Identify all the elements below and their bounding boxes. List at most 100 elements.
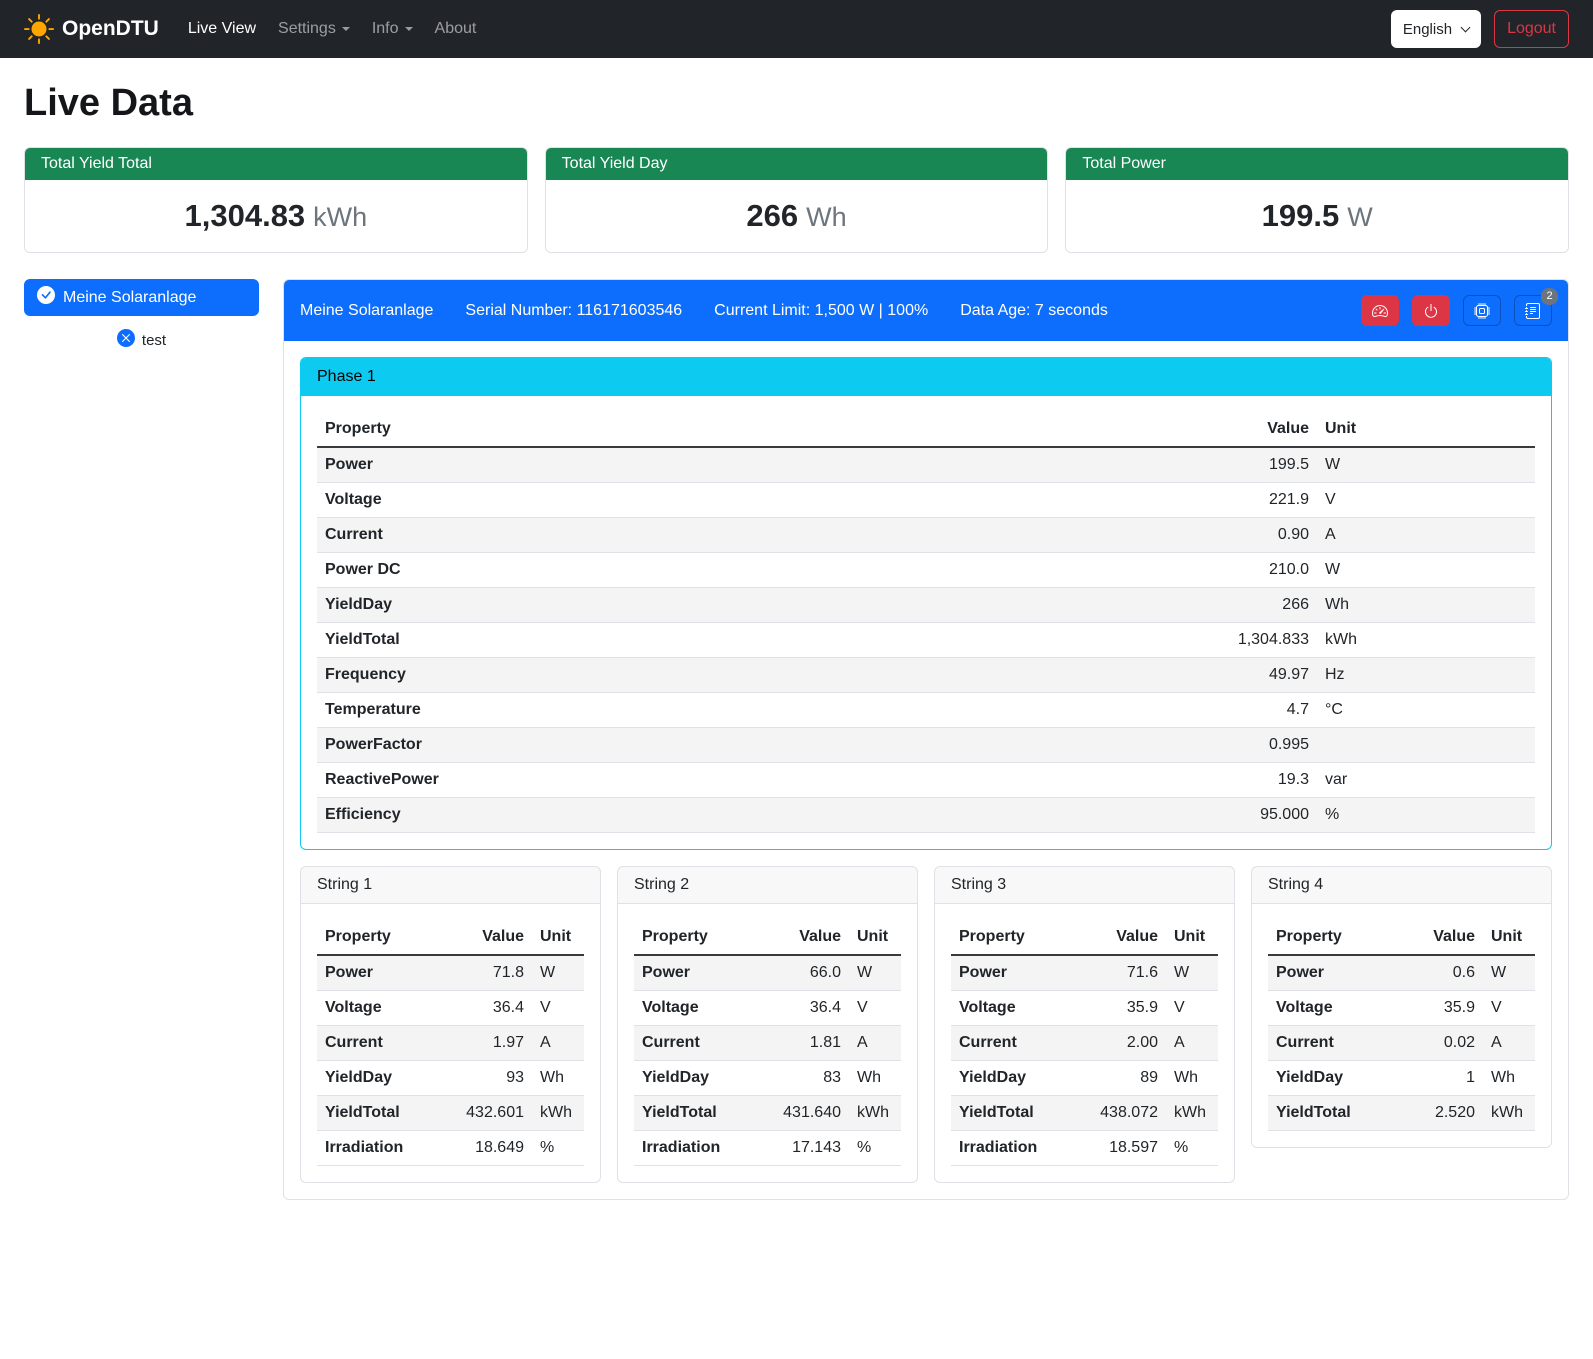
row-property: Voltage [951, 991, 1082, 1026]
row-value: 0.995 [915, 728, 1317, 763]
navbar: OpenDTU Live View Settings Info About En… [0, 0, 1593, 58]
row-property: YieldTotal [317, 1096, 448, 1131]
string-body: Property Value Unit Power [1252, 904, 1551, 1147]
column-unit: Unit [1483, 920, 1535, 955]
row-unit: °C [1317, 693, 1535, 728]
row-value: 95.000 [915, 798, 1317, 833]
row-value: 89 [1082, 1061, 1166, 1096]
row-value: 0.6 [1399, 955, 1483, 991]
string-body: Property Value Unit Power [301, 904, 600, 1182]
row-property: Current [951, 1026, 1082, 1061]
row-unit: A [849, 1026, 901, 1061]
sun-icon [24, 14, 54, 44]
nav-item-info[interactable]: Info [361, 12, 424, 46]
event-log-button[interactable]: 2 [1514, 295, 1552, 326]
row-unit: Hz [1317, 658, 1535, 693]
language-value: English [1403, 21, 1452, 38]
row-unit: Wh [1166, 1061, 1218, 1096]
row-property: YieldTotal [1268, 1096, 1399, 1131]
device-info-button[interactable] [1463, 295, 1501, 326]
row-value: 71.6 [1082, 955, 1166, 991]
nav-item-about[interactable]: About [424, 12, 488, 46]
row-property: Power DC [317, 553, 915, 588]
event-count-badge: 2 [1541, 288, 1558, 305]
inverter-body: Phase 1 Property Value Unit [284, 341, 1568, 1199]
card-value-row: 1,304.83kWh [25, 180, 527, 252]
row-value: 221.9 [915, 483, 1317, 518]
row-value: 266 [915, 588, 1317, 623]
card-total-yield-day: Total Yield Day 266Wh [545, 147, 1049, 253]
row-property: Efficiency [317, 798, 915, 833]
row-property: PowerFactor [317, 728, 915, 763]
string-body: Property Value Unit Power [618, 904, 917, 1182]
brand[interactable]: OpenDTU [24, 14, 159, 44]
table-header-row: Property Value Unit [1268, 920, 1535, 955]
table-header-row: Property Value Unit [317, 412, 1535, 447]
speedometer-icon [1372, 303, 1388, 319]
table-row: Power 0.6 W [1268, 955, 1535, 991]
table-row: Voltage 221.9 V [317, 483, 1535, 518]
row-property: YieldDay [1268, 1061, 1399, 1096]
row-unit [1317, 728, 1535, 763]
nav-item-live-view[interactable]: Live View [177, 12, 267, 46]
nav-item-settings-label: Settings [278, 20, 336, 38]
inverter-card: Meine Solaranlage Serial Number: 1161716… [283, 279, 1569, 1200]
string-2-table: Property Value Unit Power [634, 920, 901, 1166]
table-row: Frequency 49.97 Hz [317, 658, 1535, 693]
column-value: Value [915, 412, 1317, 447]
row-value: 17.143 [765, 1131, 849, 1166]
row-property: Power [1268, 955, 1399, 991]
row-value: 49.97 [915, 658, 1317, 693]
row-value: 1.81 [765, 1026, 849, 1061]
row-property: Voltage [317, 991, 448, 1026]
chevron-down-icon [342, 27, 350, 31]
card-value-row: 266Wh [546, 180, 1048, 252]
table-row: Voltage 35.9 V [951, 991, 1218, 1026]
row-value: 0.02 [1399, 1026, 1483, 1061]
row-value: 1,304.833 [915, 623, 1317, 658]
row-value: 4.7 [915, 693, 1317, 728]
table-row: Power 71.6 W [951, 955, 1218, 991]
row-property: Voltage [317, 483, 915, 518]
column-value: Value [1399, 920, 1483, 955]
row-unit: % [849, 1131, 901, 1166]
card-unit: W [1347, 202, 1372, 232]
string-title: String 3 [935, 867, 1234, 904]
row-value: 35.9 [1399, 991, 1483, 1026]
table-header-row: Property Value Unit [634, 920, 901, 955]
table-row: Current 1.81 A [634, 1026, 901, 1061]
logout-button[interactable]: Logout [1494, 10, 1569, 48]
main-row: Meine Solaranlage test Meine Solaranlage… [24, 279, 1569, 1200]
row-value: 2.520 [1399, 1096, 1483, 1131]
nav-links: Live View Settings Info About [177, 12, 488, 46]
row-unit: V [532, 991, 584, 1026]
row-property: YieldDay [634, 1061, 765, 1096]
sidebar-item-test[interactable]: test [24, 329, 259, 351]
table-row: YieldDay 89 Wh [951, 1061, 1218, 1096]
sidebar-item-meine-solaranlage[interactable]: Meine Solaranlage [24, 279, 259, 316]
chevron-down-icon [405, 27, 413, 31]
power-button[interactable] [1412, 295, 1450, 326]
nav-item-settings[interactable]: Settings [267, 12, 361, 46]
phase-card: Phase 1 Property Value Unit [300, 357, 1552, 850]
row-unit: var [1317, 763, 1535, 798]
check-circle-icon [37, 286, 55, 309]
brand-label: OpenDTU [62, 17, 159, 41]
row-unit: kWh [1317, 623, 1535, 658]
table-row: Power 71.8 W [317, 955, 584, 991]
row-unit: Wh [532, 1061, 584, 1096]
page-title: Live Data [24, 82, 1569, 125]
column-property: Property [317, 920, 448, 955]
limit-settings-button[interactable] [1361, 295, 1399, 326]
row-unit: kWh [1483, 1096, 1535, 1131]
column-value: Value [1082, 920, 1166, 955]
card-value: 266 [746, 198, 798, 233]
table-row: Voltage 35.9 V [1268, 991, 1535, 1026]
language-select[interactable]: English [1391, 10, 1481, 48]
row-unit: kWh [532, 1096, 584, 1131]
row-value: 66.0 [765, 955, 849, 991]
table-row: Voltage 36.4 V [317, 991, 584, 1026]
table-row: YieldDay 266 Wh [317, 588, 1535, 623]
x-circle-icon [117, 329, 135, 351]
row-value: 1 [1399, 1061, 1483, 1096]
